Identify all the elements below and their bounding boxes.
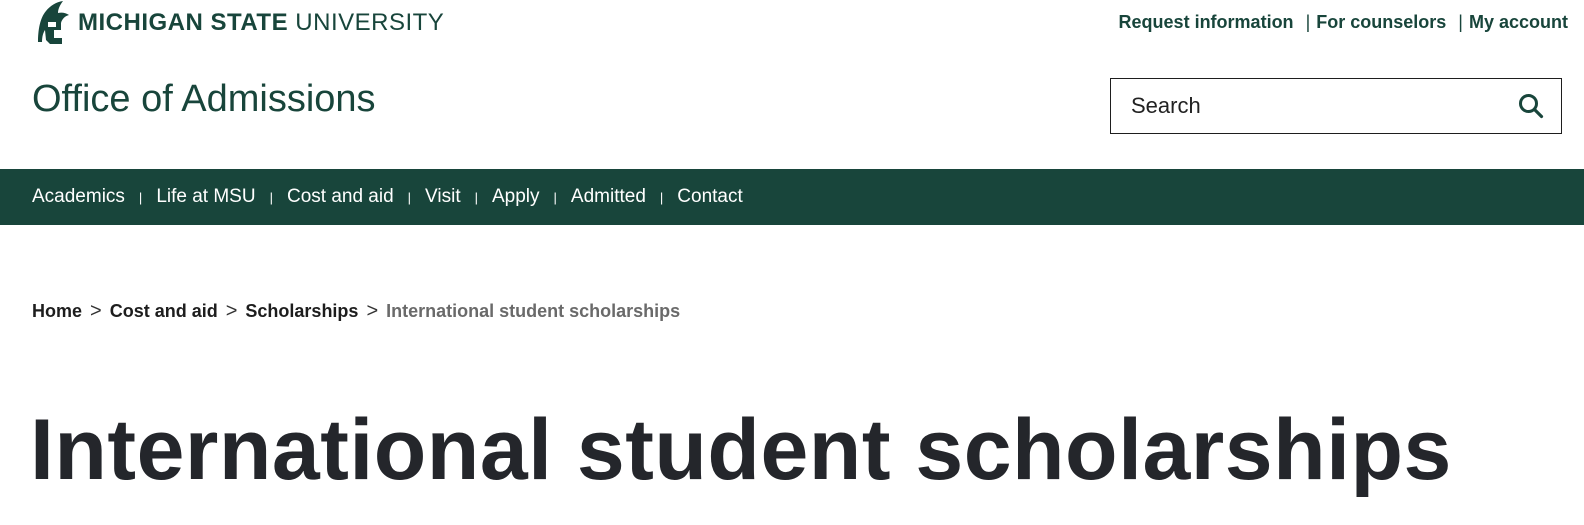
university-name: MICHIGAN STATE UNIVERSITY: [78, 0, 444, 46]
utility-nav: Request information | For counselors | M…: [1119, 12, 1568, 33]
page: MICHIGAN STATE UNIVERSITY Request inform…: [0, 0, 1584, 525]
main-nav: Academics | Life at MSU | Cost and aid |…: [0, 169, 1584, 225]
breadcrumb-home[interactable]: Home: [32, 301, 82, 322]
nav-separator: |: [553, 189, 557, 205]
university-logo-link[interactable]: MICHIGAN STATE UNIVERSITY: [32, 0, 444, 46]
breadcrumb-scholarships[interactable]: Scholarships: [245, 301, 358, 322]
breadcrumb-current: International student scholarships: [386, 301, 681, 321]
nav-separator: |: [269, 189, 273, 205]
breadcrumb-separator: >: [225, 300, 238, 322]
search-input[interactable]: [1111, 93, 1501, 119]
my-account-link[interactable]: My account: [1469, 12, 1568, 33]
nav-item-visit[interactable]: Visit: [425, 186, 461, 208]
search-button[interactable]: [1501, 79, 1561, 133]
university-name-light: UNIVERSITY: [295, 9, 445, 36]
nav-separator: |: [474, 189, 478, 205]
nav-item-apply[interactable]: Apply: [492, 186, 540, 208]
spartan-helmet-icon: [38, 1, 69, 44]
utility-separator: |: [1305, 12, 1311, 32]
nav-item-contact[interactable]: Contact: [677, 186, 742, 208]
nav-item-cost-and-aid[interactable]: Cost and aid: [287, 186, 394, 208]
utility-separator: |: [1458, 12, 1463, 32]
breadcrumb-separator: >: [90, 300, 102, 322]
nav-item-admitted[interactable]: Admitted: [571, 186, 646, 208]
breadcrumb: Home > Cost and aid > Scholarships > Int…: [32, 300, 680, 323]
nav-separator: |: [138, 189, 143, 205]
request-information-link[interactable]: Request information: [1119, 12, 1294, 33]
search-box: [1110, 78, 1562, 134]
nav-item-academics[interactable]: Academics: [32, 186, 125, 208]
for-counselors-link[interactable]: For counselors: [1316, 12, 1446, 33]
page-title: International student scholarships: [30, 402, 1452, 498]
nav-separator: |: [659, 189, 664, 205]
breadcrumb-separator: >: [366, 300, 379, 322]
breadcrumb-cost-and-aid[interactable]: Cost and aid: [110, 301, 218, 322]
nav-item-life-at-msu[interactable]: Life at MSU: [156, 186, 255, 208]
search-icon: [1519, 94, 1544, 119]
nav-separator: |: [407, 189, 412, 205]
university-name-bold: MICHIGAN STATE: [78, 9, 289, 36]
site-title[interactable]: Office of Admissions: [32, 74, 376, 124]
